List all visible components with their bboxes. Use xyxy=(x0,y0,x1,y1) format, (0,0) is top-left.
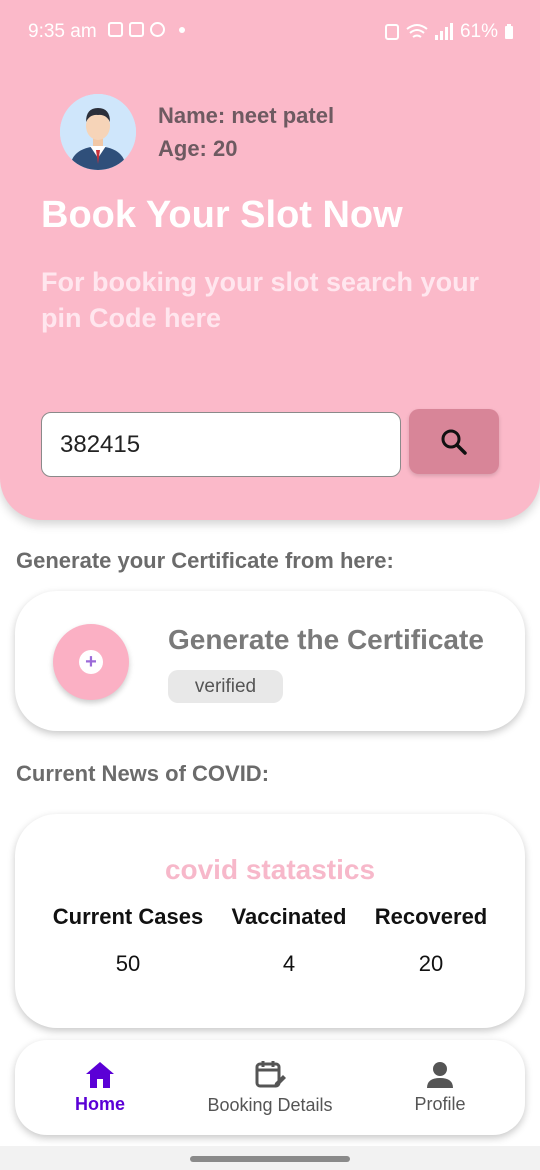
stats-title: covid statastics xyxy=(164,854,376,885)
certificate-card[interactable]: + Generate the Certificate verified xyxy=(15,591,525,731)
gallery-icon xyxy=(108,22,123,37)
certificate-title: Generate the Certificate xyxy=(168,624,484,655)
sync-icon xyxy=(150,22,165,37)
signal-icon xyxy=(434,23,453,40)
bottom-navigation: Home Booking Details Profile xyxy=(15,1040,525,1135)
calendar-edit-icon xyxy=(255,1061,286,1088)
page-subtitle: For booking your slot search your pin Co… xyxy=(41,267,480,333)
more-dot-icon xyxy=(179,26,185,33)
stat-label-recovered: Recovered xyxy=(374,904,488,929)
verified-badge: verified xyxy=(168,670,283,703)
nav-profile[interactable]: Profile xyxy=(385,1040,495,1135)
stat-label-vaccinated: Vaccinated xyxy=(231,904,347,929)
plus-icon: + xyxy=(79,650,103,674)
nav-home[interactable]: Home xyxy=(45,1040,155,1135)
certificate-add-button[interactable]: + xyxy=(53,624,129,700)
battery-percent: 61% xyxy=(459,21,498,42)
home-indicator[interactable] xyxy=(190,1156,350,1162)
pincode-input[interactable] xyxy=(41,412,401,477)
nav-booking-details[interactable]: Booking Details xyxy=(190,1040,350,1135)
news-section-label: Current News of COVID: xyxy=(16,761,270,786)
stat-value-current-cases: 50 xyxy=(115,951,141,976)
search-icon xyxy=(441,429,467,455)
profile-age: Age: 20 xyxy=(158,136,238,161)
page-title: Book Your Slot Now xyxy=(41,194,403,236)
avatar xyxy=(60,94,136,170)
system-status: 61% xyxy=(384,21,514,43)
certificate-section-label: Generate your Certificate from here: xyxy=(16,548,394,573)
nav-home-label: Home xyxy=(74,1094,125,1114)
battery-icon xyxy=(505,24,513,39)
nav-profile-label: Profile xyxy=(414,1094,466,1114)
avatar-person-icon xyxy=(60,94,136,170)
stat-label-current-cases: Current Cases xyxy=(52,904,204,929)
home-icon xyxy=(86,1062,114,1088)
stat-value-recovered: 20 xyxy=(418,951,444,976)
alarm-icon xyxy=(384,24,399,40)
stat-value-vaccinated: 4 xyxy=(282,951,296,976)
status-bar: 9:35 am 61% xyxy=(0,0,540,64)
person-icon xyxy=(427,1062,453,1088)
wifi-icon xyxy=(406,24,428,38)
notification-icons xyxy=(108,22,185,37)
search-button[interactable] xyxy=(409,409,499,474)
status-time: 9:35 am xyxy=(28,21,97,42)
app-icon xyxy=(129,22,144,37)
nav-booking-label: Booking Details xyxy=(207,1095,333,1115)
covid-stats-card: covid statastics Current Cases Vaccinate… xyxy=(15,814,525,1028)
profile-name: Name: neet patel xyxy=(158,103,335,128)
